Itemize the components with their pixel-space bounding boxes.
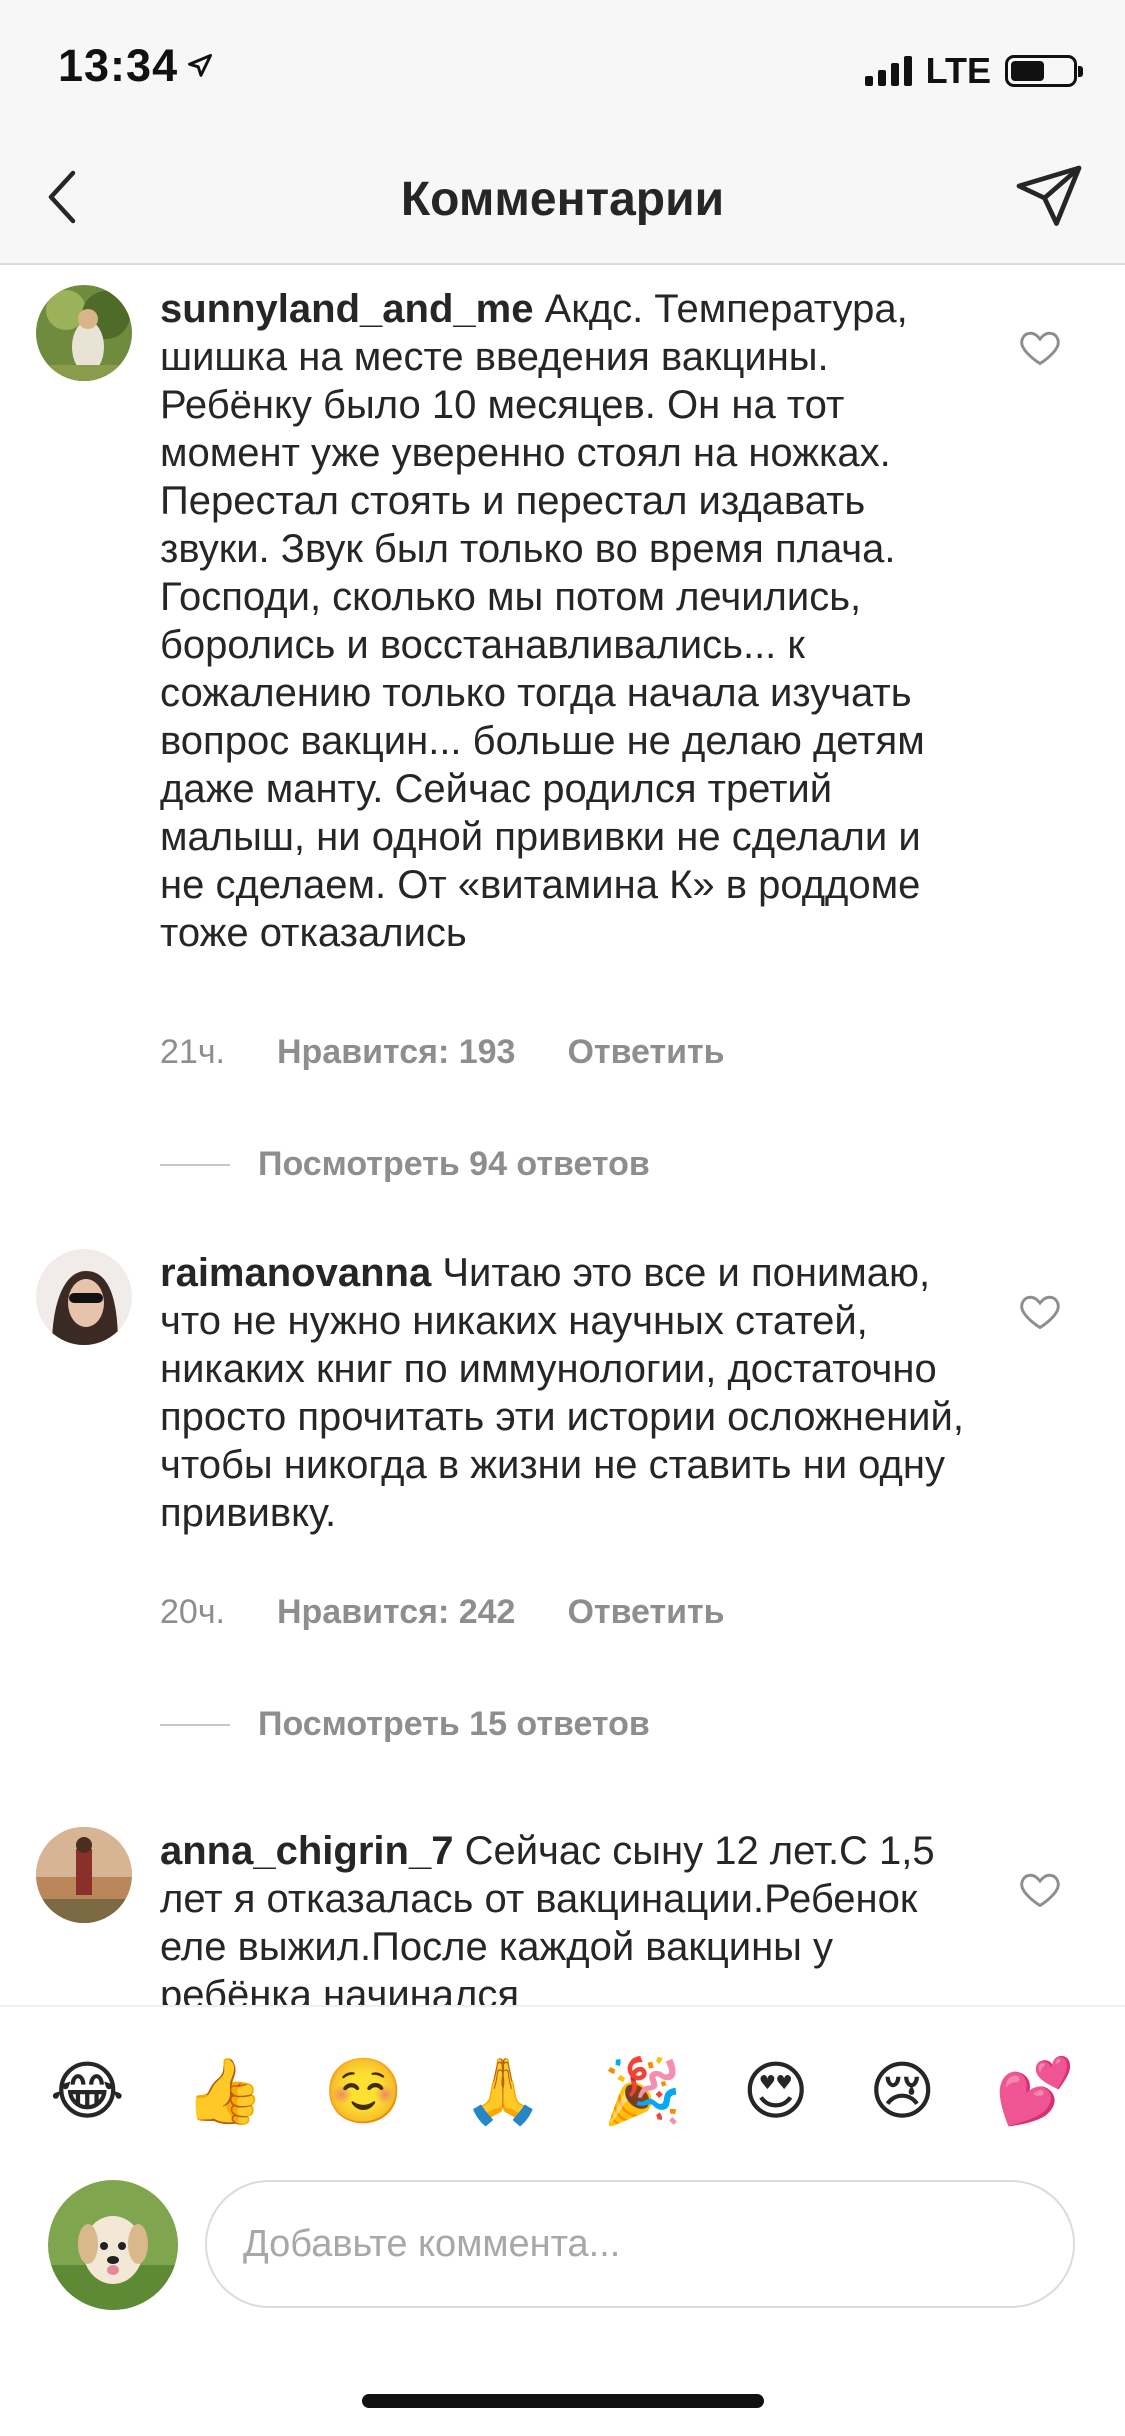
network-type: LTE — [925, 50, 991, 91]
avatar[interactable] — [36, 1827, 132, 1923]
view-replies-label: Посмотреть 94 ответов — [258, 1145, 650, 1183]
view-replies-label: Посмотреть 15 ответов — [258, 1705, 650, 1743]
replies-divider — [160, 1723, 230, 1726]
comment-text: raimanovanna Читаю это все и понимаю, чт… — [160, 1249, 970, 1537]
reply-button[interactable]: Ответить — [567, 1593, 724, 1632]
comment-input[interactable] — [205, 2180, 1075, 2308]
view-replies-button[interactable]: Посмотреть 94 ответов — [160, 1145, 650, 1184]
comment-likes[interactable]: Нравится: 242 — [277, 1593, 515, 1632]
emoji-smiling[interactable]: ☺️ — [324, 2059, 404, 2123]
status-time: 13:34 — [58, 40, 214, 92]
self-avatar — [48, 2180, 178, 2310]
comment-meta: 20ч. Нравится: 242 Ответить — [160, 1593, 725, 1632]
share-button[interactable] — [1009, 158, 1089, 238]
comment-username[interactable]: raimanovanna — [160, 1251, 431, 1295]
comment-input-bar — [0, 2175, 1125, 2315]
replies-divider — [160, 1163, 230, 1166]
nav-header: Комментарии — [0, 140, 1125, 265]
comment-text: anna_chigrin_7 Сейчас сыну 12 лет.С 1,5 … — [160, 1827, 970, 2005]
status-time-text: 13:34 — [58, 40, 179, 91]
comments-list[interactable]: sunnyland_and_me Акдс. Температура, шишк… — [0, 265, 1125, 2005]
emoji-thumbs-up[interactable]: 👍 — [184, 2059, 264, 2123]
comment-time: 20ч. — [160, 1593, 225, 1631]
emoji-heart-eyes[interactable]: 😍 — [742, 2059, 809, 2123]
page-title: Комментарии — [400, 173, 725, 226]
avatar[interactable] — [36, 1249, 132, 1345]
comment-text: sunnyland_and_me Акдс. Температура, шишк… — [160, 285, 970, 957]
status-indicators: LTE — [864, 50, 1083, 92]
battery-icon — [1005, 55, 1083, 87]
paper-plane-icon — [1016, 165, 1082, 226]
location-arrow-icon — [188, 54, 213, 77]
emoji-folded-hands[interactable]: 🙏 — [463, 2059, 543, 2123]
emoji-party-popper[interactable]: 🎉 — [603, 2059, 683, 2123]
heart-icon[interactable] — [1018, 1867, 1062, 1911]
emoji-tears-of-joy[interactable]: 😂 — [50, 2059, 125, 2123]
reply-button[interactable]: Ответить — [567, 1033, 724, 1072]
heart-icon[interactable] — [1018, 325, 1062, 369]
view-replies-button[interactable]: Посмотреть 15 ответов — [160, 1705, 650, 1744]
emoji-two-hearts[interactable]: 💕 — [995, 2059, 1075, 2123]
signal-icon — [864, 56, 912, 86]
comment-username[interactable]: anna_chigrin_7 — [160, 1829, 453, 1873]
emoji-crying[interactable]: 😢 — [869, 2059, 936, 2123]
comment-likes[interactable]: Нравится: 193 — [277, 1033, 515, 1072]
avatar[interactable] — [36, 285, 132, 381]
home-indicator[interactable] — [362, 2394, 764, 2408]
comment-time: 21ч. — [160, 1033, 225, 1071]
heart-icon[interactable] — [1018, 1289, 1062, 1333]
status-bar: 13:34 LTE — [0, 0, 1125, 140]
comment-meta: 21ч. Нравится: 193 Ответить — [160, 1033, 725, 1072]
comment-content: Акдс. Температура, шишка на месте введен… — [160, 287, 925, 955]
emoji-quick-bar: 😂 👍 ☺️ 🙏 🎉 😍 😢 💕 — [0, 2005, 1125, 2175]
comment-username[interactable]: sunnyland_and_me — [160, 287, 533, 331]
